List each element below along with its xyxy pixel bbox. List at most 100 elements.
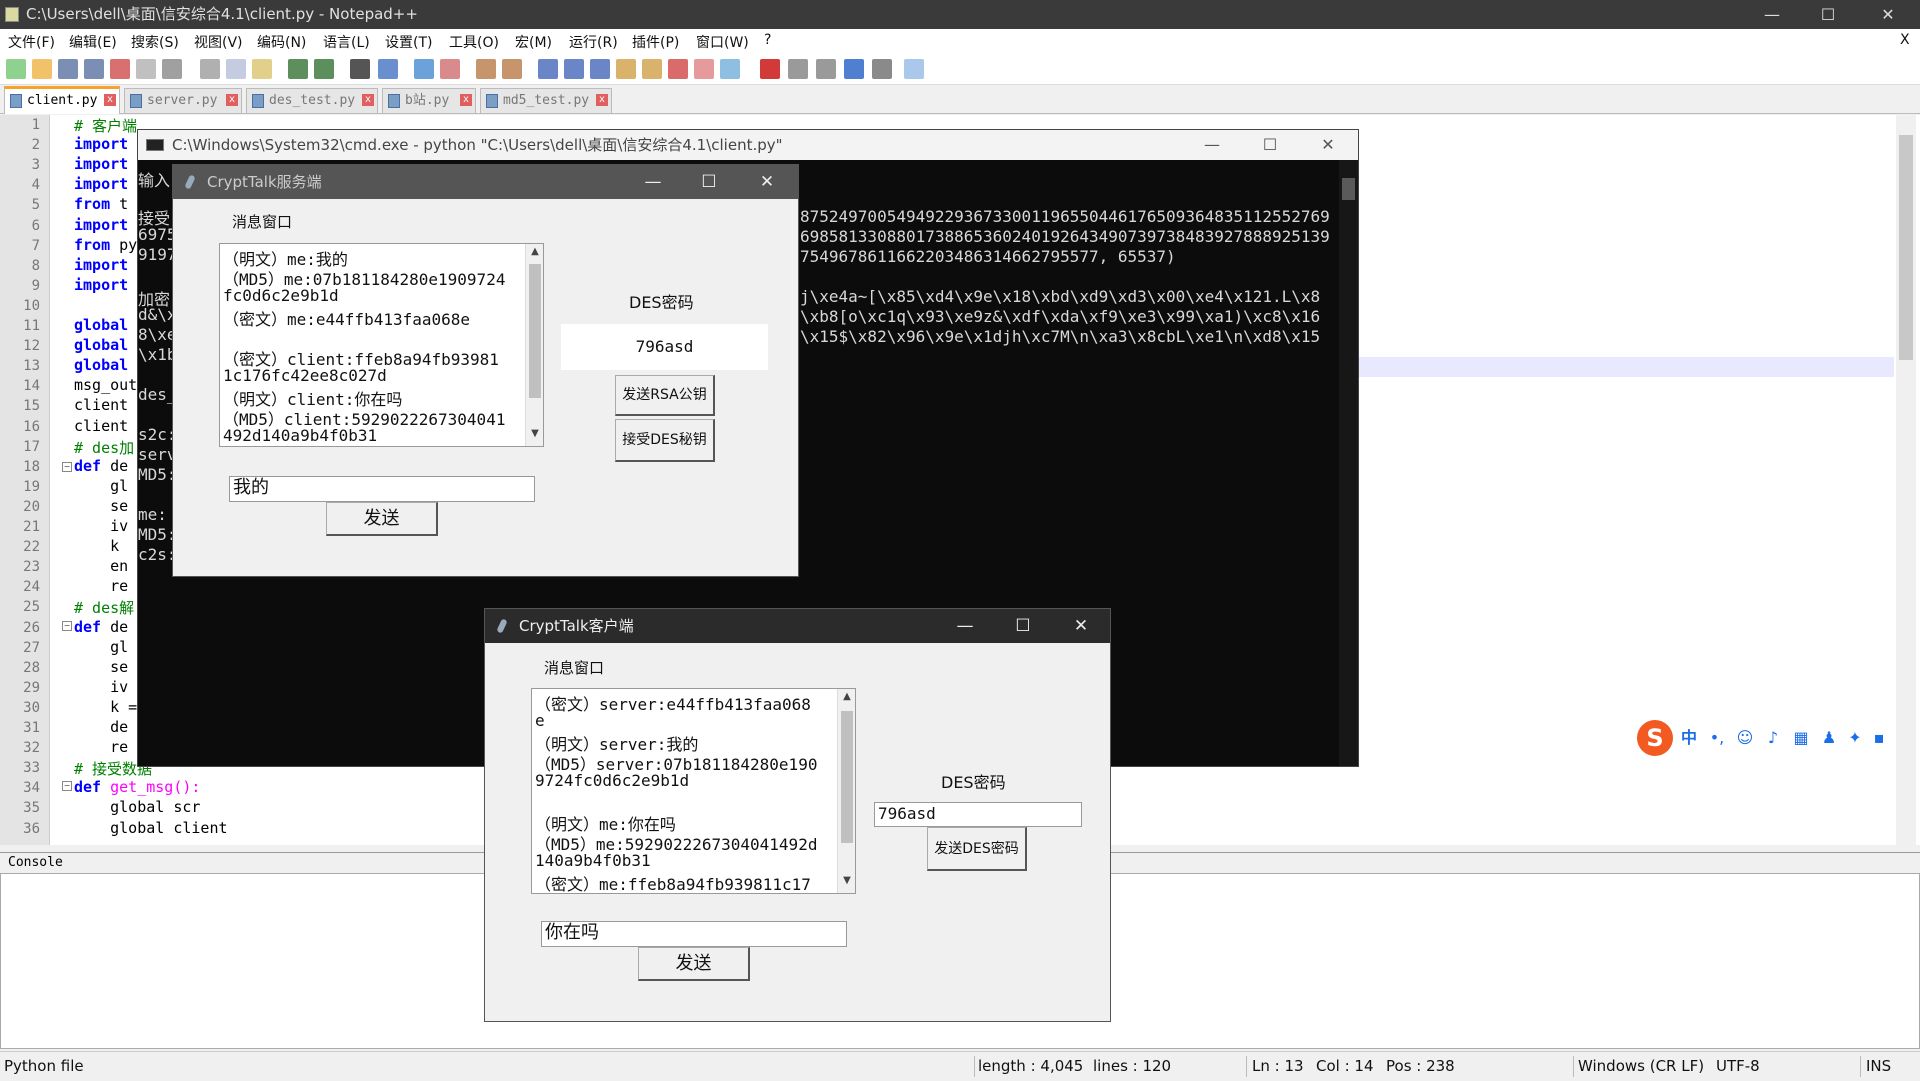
editor-vertical-scrollbar[interactable]: [1896, 115, 1916, 845]
ime-user-icon[interactable]: ♟: [1819, 728, 1839, 748]
tab-close-icon[interactable]: x: [596, 94, 608, 106]
receive-des-key-button[interactable]: 接受DES秘钥: [615, 419, 715, 462]
send-des-key-button[interactable]: 发送DES密码: [927, 827, 1027, 871]
find-icon[interactable]: [350, 59, 370, 79]
scroll-down-icon[interactable]: ▼: [838, 875, 855, 891]
sync-horizontal-icon[interactable]: [502, 59, 522, 79]
scroll-up-icon[interactable]: ▲: [838, 691, 855, 707]
scrollbar-thumb[interactable]: [1899, 135, 1913, 360]
copy-icon[interactable]: [226, 59, 246, 79]
scrollbar-thumb[interactable]: [841, 711, 853, 843]
play-macro-icon[interactable]: [816, 59, 836, 79]
server-send-button[interactable]: 发送: [326, 502, 438, 536]
server-close-button[interactable]: ✕: [739, 165, 795, 199]
menu-view[interactable]: 视图(V): [194, 32, 243, 52]
undo-icon[interactable]: [288, 59, 308, 79]
fold-marker-icon[interactable]: −: [62, 621, 72, 631]
save-macro-icon[interactable]: [872, 59, 892, 79]
new-file-icon[interactable]: [6, 59, 26, 79]
menu-tools[interactable]: 工具(O): [449, 32, 499, 52]
open-file-icon[interactable]: [32, 59, 52, 79]
menu-help[interactable]: ?: [764, 32, 771, 48]
tab-close-icon[interactable]: x: [104, 94, 116, 106]
cut-icon[interactable]: [200, 59, 220, 79]
client-maximize-button[interactable]: ☐: [995, 609, 1051, 643]
redo-icon[interactable]: [314, 59, 334, 79]
folder-workspace-icon[interactable]: [694, 59, 714, 79]
replace-icon[interactable]: [378, 59, 398, 79]
ime-punctuation-icon[interactable]: •,: [1707, 728, 1727, 748]
menu-settings[interactable]: 设置(T): [385, 32, 432, 52]
cmd-minimize-button[interactable]: —: [1184, 130, 1240, 160]
monitoring-icon[interactable]: [720, 59, 740, 79]
tab-close-icon[interactable]: x: [362, 94, 374, 106]
fold-marker-icon[interactable]: −: [62, 781, 72, 791]
server-message-input[interactable]: 我的: [229, 476, 535, 502]
menu-macro[interactable]: 宏(M): [515, 32, 552, 52]
indent-guide-icon[interactable]: [590, 59, 610, 79]
stop-macro-icon[interactable]: [788, 59, 808, 79]
menu-search[interactable]: 搜索(S): [131, 32, 179, 52]
client-message-input[interactable]: 你在吗: [541, 921, 847, 947]
run-macro-multiple-icon[interactable]: [844, 59, 864, 79]
npp-minimize-button[interactable]: —: [1744, 0, 1800, 29]
function-list-icon[interactable]: [668, 59, 688, 79]
zoom-out-icon[interactable]: [440, 59, 460, 79]
save-icon[interactable]: [58, 59, 78, 79]
menu-plugins[interactable]: 插件(P): [632, 32, 679, 52]
tab-server-py[interactable]: server.py x: [124, 88, 242, 113]
sogou-logo-icon[interactable]: S: [1637, 720, 1673, 756]
close-all-icon[interactable]: [136, 59, 156, 79]
menu-language[interactable]: 语言(L): [323, 32, 370, 52]
server-message-box[interactable]: （明文）me:我的 （MD5）me:07b181184280e1909724 fc0…: [219, 243, 544, 447]
client-minimize-button[interactable]: —: [937, 609, 993, 643]
server-maximize-button[interactable]: ☐: [681, 165, 737, 199]
ime-skin-icon[interactable]: ✦: [1845, 728, 1865, 748]
server-message-scrollbar[interactable]: ▲ ▼: [525, 244, 543, 446]
client-send-button[interactable]: 发送: [638, 947, 750, 981]
menu-file[interactable]: 文件(F): [8, 32, 55, 52]
scrollbar-thumb[interactable]: [1342, 178, 1355, 200]
ime-toolbox-icon[interactable]: ▪: [1869, 728, 1889, 748]
menu-run[interactable]: 运行(R): [569, 32, 618, 52]
print-icon[interactable]: [162, 59, 182, 79]
user-language-icon[interactable]: [616, 59, 636, 79]
cmd-maximize-button[interactable]: ☐: [1242, 130, 1298, 160]
scroll-down-icon[interactable]: ▼: [526, 428, 543, 444]
ime-chinese-mode-icon[interactable]: 中: [1679, 728, 1699, 748]
menu-edit[interactable]: 编辑(E): [69, 32, 117, 52]
npp-close-button[interactable]: ✕: [1860, 0, 1916, 29]
tab-des-test-py[interactable]: des_test.py x: [246, 88, 378, 113]
client-des-input[interactable]: 796asd: [874, 802, 1082, 827]
word-wrap-icon[interactable]: [538, 59, 558, 79]
client-close-button[interactable]: ✕: [1053, 609, 1109, 643]
menu-encoding[interactable]: 编码(N): [257, 32, 306, 52]
show-all-chars-icon[interactable]: [564, 59, 584, 79]
npp-restore-button[interactable]: ☐: [1800, 0, 1856, 29]
zoom-in-icon[interactable]: [414, 59, 434, 79]
paste-icon[interactable]: [252, 59, 272, 79]
doc-map-icon[interactable]: [642, 59, 662, 79]
client-message-box[interactable]: （密文）server:e44ffb413faa068 e （明文）server:我的…: [531, 688, 856, 894]
ime-voice-icon[interactable]: ♪: [1763, 728, 1783, 748]
cmd-scrollbar[interactable]: [1339, 160, 1358, 766]
scrollbar-thumb[interactable]: [529, 264, 541, 398]
fold-marker-icon[interactable]: −: [62, 462, 72, 472]
server-minimize-button[interactable]: —: [625, 165, 681, 199]
close-file-icon[interactable]: [110, 59, 130, 79]
scroll-up-icon[interactable]: ▲: [526, 246, 543, 262]
tab-bzhan-py[interactable]: b站.py x: [382, 88, 476, 113]
tab-close-icon[interactable]: x: [460, 94, 472, 106]
record-macro-icon[interactable]: [760, 59, 780, 79]
tab-close-icon[interactable]: x: [226, 94, 238, 106]
menu-window[interactable]: 窗口(W): [696, 32, 749, 52]
ime-emoji-icon[interactable]: ☺: [1735, 728, 1755, 748]
tab-client-py[interactable]: client.py x: [4, 86, 120, 114]
cmd-close-button[interactable]: ✕: [1300, 130, 1356, 160]
tab-md5-test-py[interactable]: md5_test.py x: [480, 88, 612, 113]
menu-close-doc[interactable]: X: [1900, 32, 1910, 48]
ime-keyboard-icon[interactable]: ▦: [1791, 728, 1811, 748]
send-rsa-key-button[interactable]: 发送RSA公钥: [615, 375, 715, 416]
save-all-icon[interactable]: [84, 59, 104, 79]
sync-vertical-icon[interactable]: [476, 59, 496, 79]
